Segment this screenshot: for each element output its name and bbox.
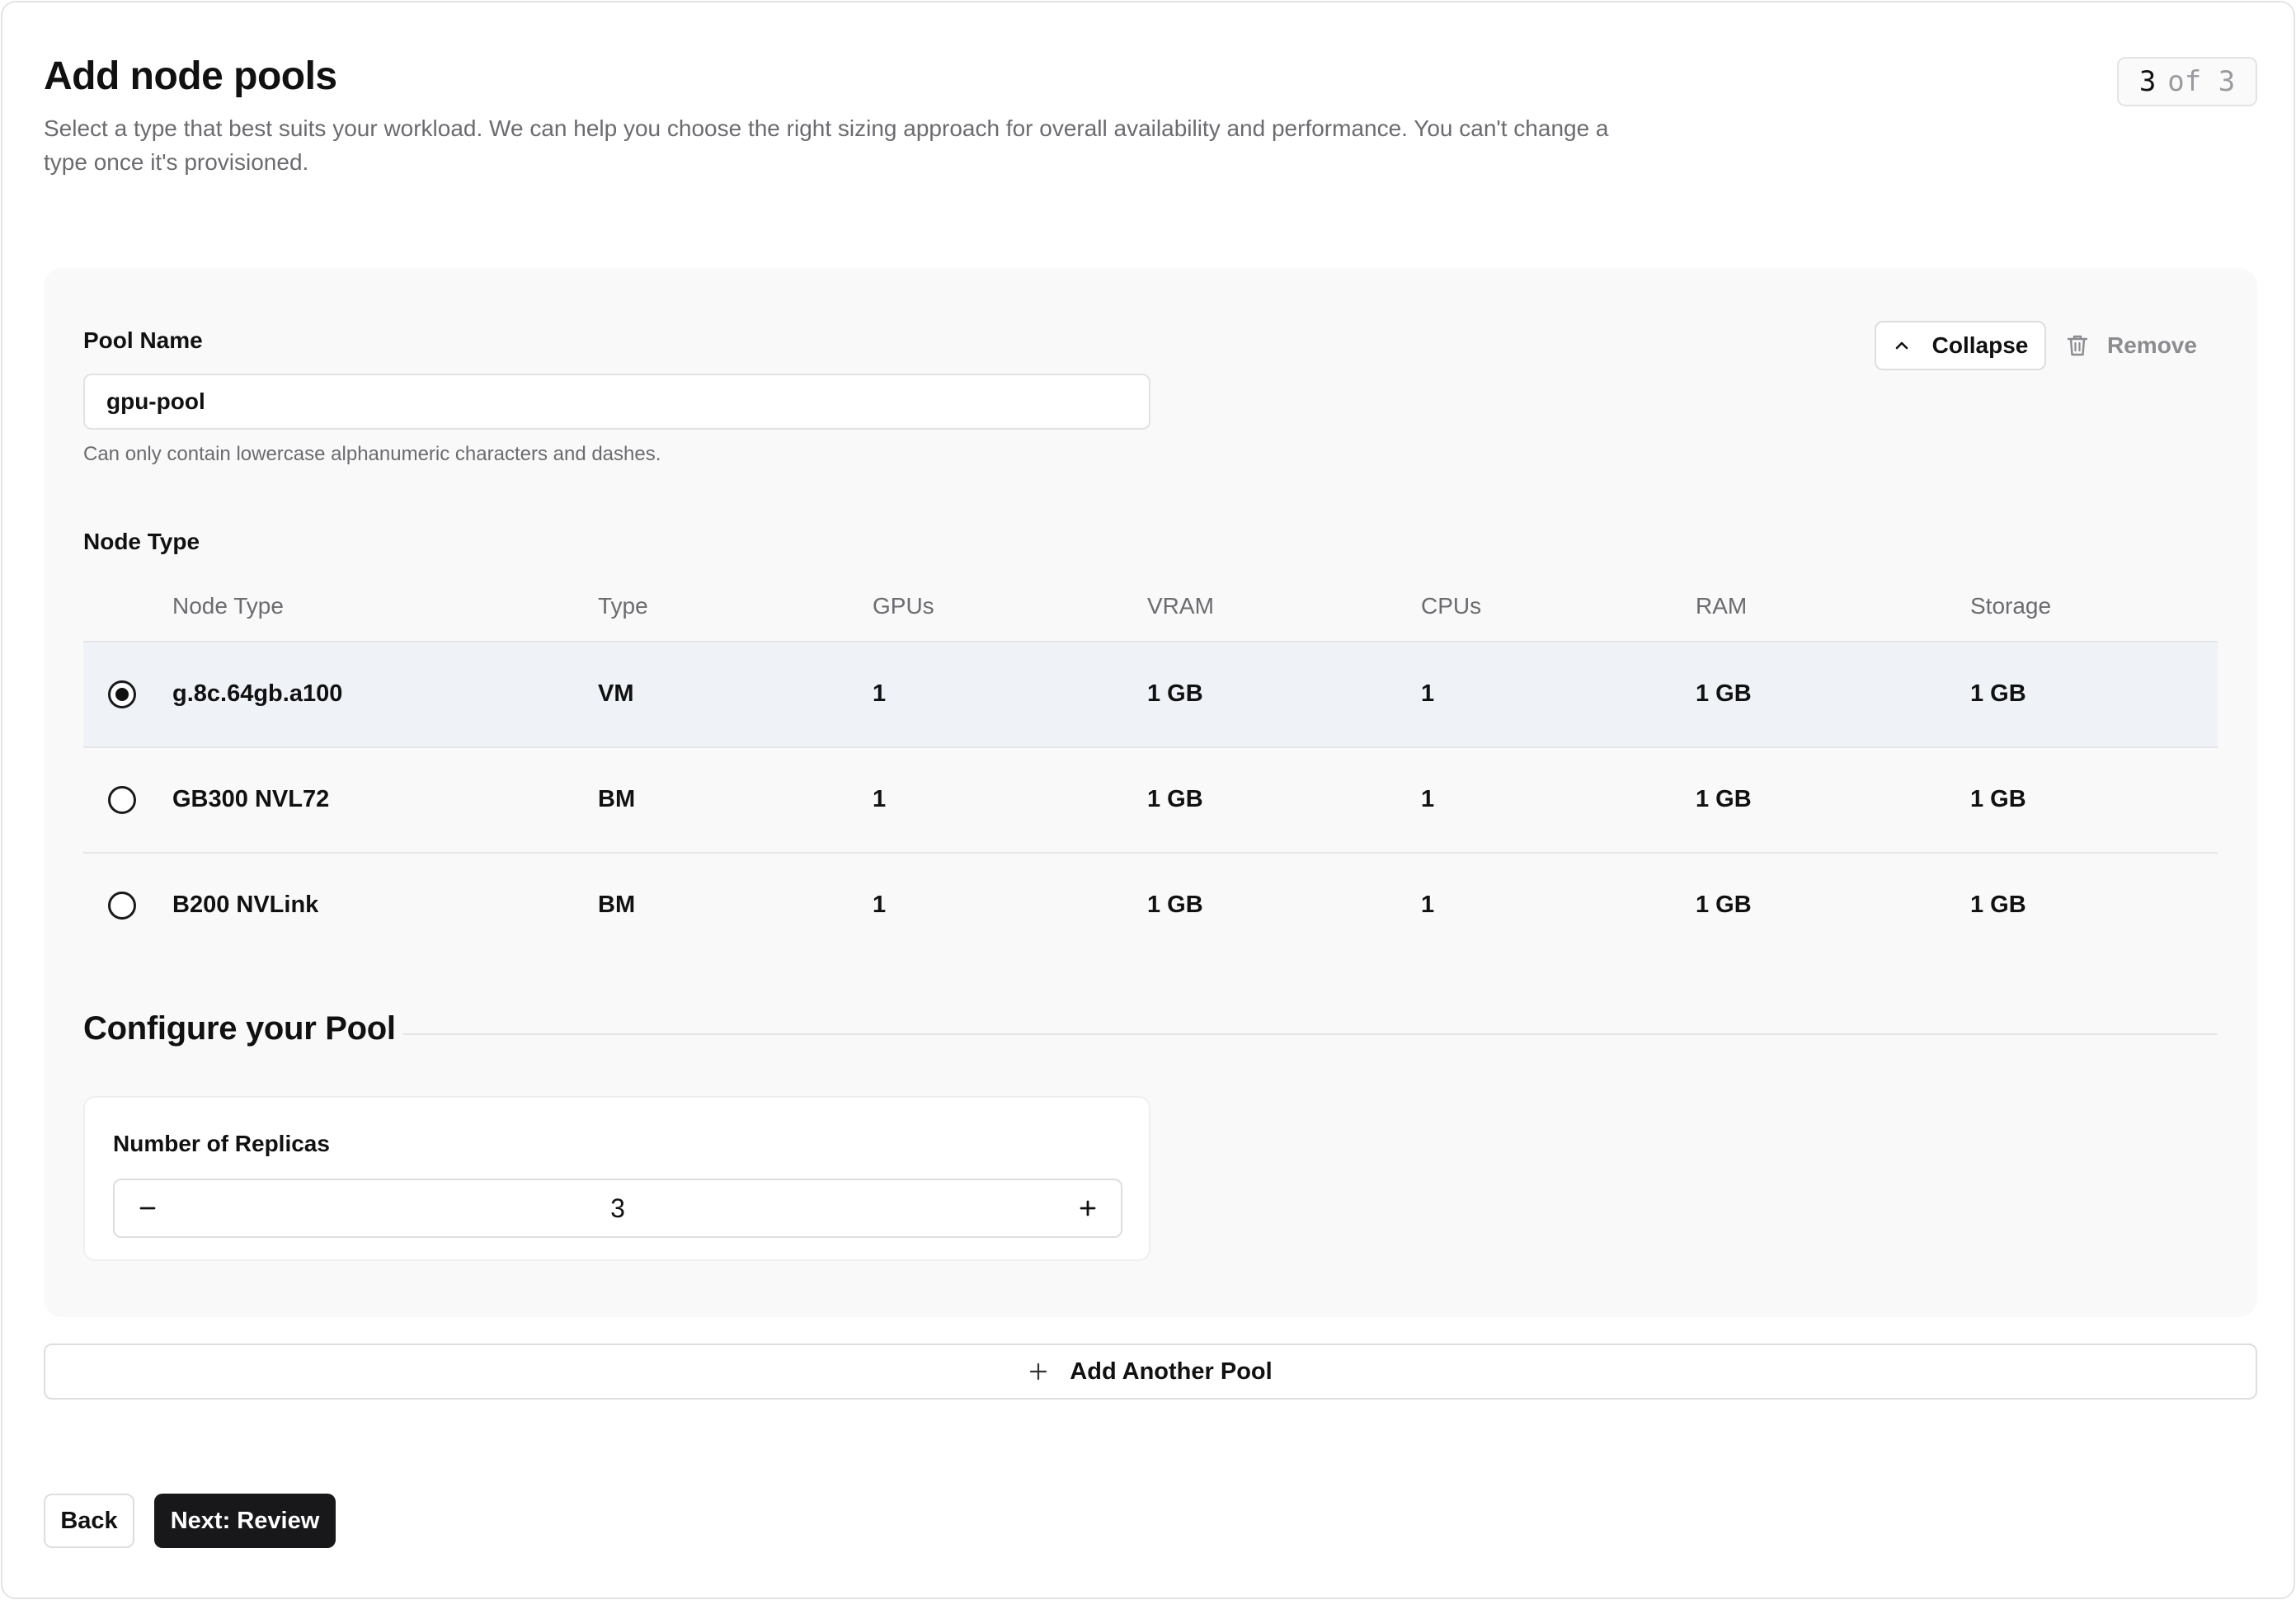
- increment-button[interactable]: [1055, 1180, 1121, 1236]
- cell-type: BM: [598, 786, 636, 812]
- cell-type: BM: [598, 892, 636, 918]
- column-header-type: Type: [598, 593, 648, 619]
- page-title: Add node pools: [44, 54, 337, 98]
- cell-node-type: B200 NVLink: [172, 892, 319, 918]
- node-type-radio[interactable]: [108, 892, 136, 920]
- configure-pool-title: Configure your Pool: [83, 1010, 396, 1047]
- cell-node-type: GB300 NVL72: [172, 786, 330, 812]
- cell-cpus: 1: [1421, 680, 1435, 707]
- cell-storage: 1 GB: [1970, 680, 2026, 707]
- section-divider: [403, 1033, 2218, 1035]
- cell-storage: 1 GB: [1970, 892, 2026, 918]
- cell-gpus: 1: [873, 892, 887, 918]
- cell-ram: 1 GB: [1696, 786, 1752, 812]
- pool-name-hint: Can only contain lowercase alphanumeric …: [83, 443, 661, 465]
- cell-gpus: 1: [873, 680, 887, 707]
- radio-selected-dot: [115, 688, 129, 701]
- column-header-gpus: GPUs: [873, 593, 934, 619]
- minus-icon: [139, 1199, 157, 1217]
- step-indicator: 3 of 3: [2117, 57, 2257, 106]
- add-another-pool-label: Add Another Pool: [1070, 1358, 1273, 1385]
- replicas-value[interactable]: 3: [181, 1180, 1055, 1236]
- table-row[interactable]: g.8c.64gb.a100 VM 1 1 GB 1 1 GB 1 GB: [83, 642, 2218, 748]
- node-type-table: Node Type Type GPUs VRAM CPUs RAM Storag…: [83, 567, 2218, 959]
- cell-ram: 1 GB: [1696, 680, 1752, 707]
- node-type-radio[interactable]: [108, 786, 136, 814]
- node-type-label: Node Type: [83, 529, 200, 554]
- node-type-radio[interactable]: [108, 680, 136, 708]
- cell-cpus: 1: [1421, 892, 1435, 918]
- column-header-vram: VRAM: [1147, 593, 1214, 619]
- remove-label: Remove: [2107, 332, 2197, 358]
- cell-type: VM: [598, 680, 634, 707]
- plus-icon: [1079, 1199, 1097, 1217]
- pool-name-input[interactable]: [83, 374, 1150, 430]
- column-header-ram: RAM: [1696, 593, 1748, 619]
- step-current: 3: [2138, 65, 2157, 98]
- cell-vram: 1 GB: [1147, 892, 1203, 918]
- column-header-node-type: Node Type: [172, 593, 284, 619]
- trash-icon: [2066, 333, 2089, 358]
- wizard-frame: Add node pools Select a type that best s…: [1, 1, 2295, 1599]
- page-subtitle: Select a type that best suits your workl…: [44, 115, 1609, 175]
- plus-icon: [1028, 1362, 1048, 1381]
- cell-vram: 1 GB: [1147, 786, 1203, 812]
- node-pool-card: Pool Name Can only contain lowercase alp…: [44, 268, 2257, 1317]
- remove-button[interactable]: Remove: [2066, 321, 2223, 370]
- cell-ram: 1 GB: [1696, 892, 1752, 918]
- cell-gpus: 1: [873, 786, 887, 812]
- table-row[interactable]: B200 NVLink BM 1 1 GB 1 1 GB 1 GB: [83, 854, 2218, 959]
- step-total: of 3: [2167, 65, 2236, 98]
- collapse-label: Collapse: [1931, 332, 2029, 358]
- column-header-cpus: CPUs: [1421, 593, 1482, 619]
- replicas-label: Number of Replicas: [113, 1131, 330, 1156]
- column-header-storage: Storage: [1970, 593, 2052, 619]
- back-button[interactable]: Back: [44, 1494, 134, 1548]
- replicas-card: Number of Replicas 3: [83, 1096, 1150, 1261]
- collapse-button[interactable]: Collapse: [1875, 321, 2046, 370]
- cell-node-type: g.8c.64gb.a100: [172, 680, 343, 707]
- replicas-stepper: 3: [113, 1179, 1122, 1238]
- add-another-pool-button[interactable]: Add Another Pool: [44, 1344, 2257, 1400]
- decrement-button[interactable]: [115, 1180, 181, 1236]
- table-header: Node Type Type GPUs VRAM CPUs RAM Storag…: [83, 567, 2218, 642]
- pool-name-label: Pool Name: [83, 327, 203, 353]
- table-row[interactable]: GB300 NVL72 BM 1 1 GB 1 1 GB 1 GB: [83, 748, 2218, 854]
- chevron-up-icon: [1893, 336, 1911, 355]
- cell-storage: 1 GB: [1970, 786, 2026, 812]
- next-review-button[interactable]: Next: Review: [154, 1494, 336, 1548]
- cell-cpus: 1: [1421, 786, 1435, 812]
- cell-vram: 1 GB: [1147, 680, 1203, 707]
